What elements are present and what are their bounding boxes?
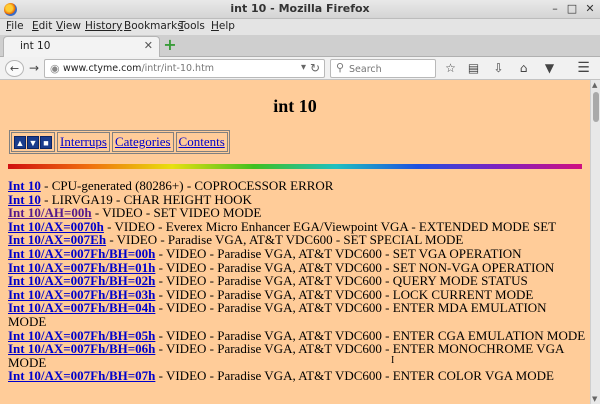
- list-item: Int 10 - LIRVGA19 - CHAR HEIGHT HOOK: [8, 192, 586, 207]
- minimize-button[interactable]: –: [548, 2, 562, 16]
- interrupt-list: Int 10 - CPU-generated (80286+) - COPROC…: [8, 179, 586, 383]
- reading-list-icon[interactable]: ▤: [465, 60, 482, 77]
- tab-int-10[interactable]: int 10 ✕: [3, 36, 160, 57]
- url-bar[interactable]: ◉ www.ctyme.com/intr/int-10.htm ▾ ↻: [44, 59, 325, 78]
- menu-history[interactable]: History: [85, 20, 122, 32]
- search-bar[interactable]: ⚲: [330, 59, 436, 78]
- nav-icon-cell: ▲ ▼ ■: [11, 132, 55, 152]
- vertical-scrollbar[interactable]: ▲ ▼: [590, 80, 600, 404]
- list-item: Int 10/AX=007Fh/BH=06h - VIDEO - Paradis…: [8, 342, 586, 369]
- search-icon: ⚲: [336, 61, 345, 74]
- list-item: Int 10/AX=007Fh/BH=01h - VIDEO - Paradis…: [8, 260, 586, 275]
- url-text[interactable]: www.ctyme.com/intr/int-10.htm: [63, 63, 214, 74]
- forward-button[interactable]: →: [26, 60, 42, 77]
- home-icon[interactable]: ⌂: [515, 60, 532, 77]
- contents-nav-icon[interactable]: ■: [40, 135, 52, 149]
- down-nav-icon[interactable]: ▼: [27, 135, 39, 149]
- list-item: Int 10/AH=00h - VIDEO - SET VIDEO MODE: [8, 206, 586, 220]
- scroll-up-icon[interactable]: ▲: [592, 81, 597, 89]
- interrupt-link[interactable]: Int 10/AX=007Fh/BH=07h: [8, 368, 155, 383]
- scroll-thumb[interactable]: [593, 92, 599, 122]
- navigation-bar: ← → ◉ www.ctyme.com/intr/int-10.htm ▾ ↻ …: [0, 57, 600, 80]
- menu-bookmarks[interactable]: Bookmarks: [124, 20, 183, 32]
- maximize-button[interactable]: □: [565, 2, 579, 16]
- list-item: Int 10/AX=007Fh/BH=03h - VIDEO - Paradis…: [8, 287, 586, 302]
- globe-icon: ◉: [50, 62, 60, 75]
- menu-edit[interactable]: Edit: [32, 20, 52, 32]
- close-window-button[interactable]: ✕: [583, 2, 597, 16]
- home-nav-icon[interactable]: ▲: [14, 135, 26, 149]
- menu-tools[interactable]: Tools: [179, 20, 205, 32]
- title-bar: int 10 - Mozilla Firefox – □ ✕: [0, 0, 600, 19]
- window-title: int 10 - Mozilla Firefox: [230, 2, 370, 15]
- downloads-icon[interactable]: ⇩: [490, 60, 507, 77]
- contents-link[interactable]: Contents: [179, 134, 225, 149]
- list-item: Int 10/AX=007Eh - VIDEO - Paradise VGA, …: [8, 233, 586, 247]
- search-input[interactable]: [349, 62, 433, 76]
- reload-icon[interactable]: ↻: [310, 61, 320, 75]
- page-nav-table: ▲ ▼ ■ Interrups Categories Contents: [9, 130, 230, 154]
- pocket-icon[interactable]: ▼: [541, 60, 558, 77]
- menu-help[interactable]: Help: [211, 20, 235, 32]
- text-cursor-icon: I: [391, 355, 395, 366]
- categories-link[interactable]: Categories: [115, 134, 171, 149]
- list-item: Int 10/AX=007Fh/BH=04h - VIDEO - Paradis…: [8, 301, 586, 328]
- list-item: Int 10/AX=007Fh/BH=00h - VIDEO - Paradis…: [8, 247, 586, 261]
- menu-file[interactable]: File: [6, 20, 24, 32]
- page-content: int 10 ▲ ▼ ■ Interrups Categories Conten…: [0, 80, 590, 404]
- tab-close-icon[interactable]: ✕: [144, 39, 153, 52]
- list-item: Int 10 - CPU-generated (80286+) - COPROC…: [8, 179, 586, 193]
- contents-link-cell: Contents: [175, 132, 228, 152]
- list-item: Int 10/AX=007Fh/BH=02h - VIDEO - Paradis…: [8, 274, 586, 288]
- rainbow-divider: [8, 164, 582, 169]
- categories-link-cell: Categories: [111, 132, 174, 152]
- tab-label: int 10: [20, 40, 51, 52]
- list-item: Int 10/AX=007Fh/BH=05h - VIDEO - Paradis…: [8, 328, 586, 343]
- scroll-down-icon[interactable]: ▼: [592, 395, 597, 403]
- new-tab-icon[interactable]: +: [163, 37, 177, 53]
- tab-strip: int 10 ✕ +: [0, 35, 600, 57]
- interrups-link[interactable]: Interrups: [60, 134, 107, 149]
- back-button[interactable]: ←: [5, 60, 24, 77]
- page-title: int 10: [273, 96, 317, 116]
- url-dropdown-icon[interactable]: ▾: [301, 62, 306, 73]
- interrups-link-cell: Interrups: [57, 132, 110, 152]
- list-item: Int 10/AX=0070h - VIDEO - Everex Micro E…: [8, 219, 586, 234]
- menu-view[interactable]: View: [56, 20, 81, 32]
- interrupt-description: - VIDEO - Paradise VGA, AT&T VDC600 - EN…: [155, 368, 554, 384]
- list-item: Int 10/AX=007Fh/BH=07h - VIDEO - Paradis…: [8, 369, 586, 383]
- menu-icon[interactable]: ☰: [575, 60, 592, 77]
- menu-bar: File Edit View History Bookmarks Tools H…: [0, 19, 600, 35]
- bookmark-star-icon[interactable]: ☆: [442, 60, 459, 77]
